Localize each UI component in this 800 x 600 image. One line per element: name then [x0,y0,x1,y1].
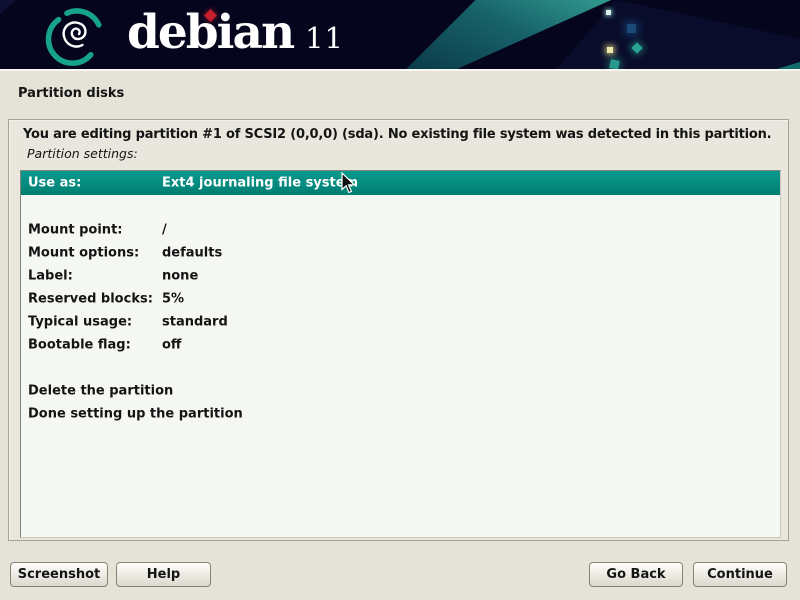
mouse-cursor-icon [341,172,356,194]
list-item-label: Bootable flag: [28,337,131,352]
banner-spark-teal-square [609,59,620,70]
partition-settings-caption: Partition settings: [27,146,138,161]
content-frame: You are editing partition #1 of SCSI2 (0… [8,119,789,541]
list-item [21,195,780,218]
help-button[interactable]: Help [116,562,211,587]
list-item-value: none [162,268,198,283]
list-item[interactable]: Done setting up the partition [21,402,780,425]
brand-version: 11 [305,7,344,69]
list-item-label: Done setting up the partition [28,406,243,421]
list-item-value: Ext4 journaling file system [162,176,358,191]
list-item-value: defaults [162,245,222,260]
brand-wordmark: debian 11 [127,2,344,66]
list-item-value: 5% [162,291,184,306]
screenshot-button[interactable]: Screenshot [10,562,108,587]
list-item-label: Mount point: [28,222,122,237]
list-item-label: Mount options: [28,245,139,260]
list-item[interactable]: Bootable flag: off [21,333,780,356]
list-item-value: / [162,222,167,237]
banner-spark-cyan [606,10,611,15]
banner-spark-blue [627,24,636,33]
partition-settings-list: Use as: Ext4 journaling file system Moun… [20,170,781,538]
list-item[interactable]: Reserved blocks: 5% [21,287,780,310]
banner-corner-triangle [0,0,16,14]
list-item-value: standard [162,314,228,329]
page-title: Partition disks [18,86,124,101]
banner-navy-wedge [555,0,800,71]
edit-partition-message: You are editing partition #1 of SCSI2 (0… [23,127,778,142]
list-item[interactable]: Mount point: / [21,218,780,241]
list-item[interactable]: Typical usage: standard [21,310,780,333]
list-item-label: Delete the partition [28,383,173,398]
list-item[interactable]: Mount options: defaults [21,241,780,264]
debian-swirl-logo-icon [44,4,114,68]
installer-banner: debian 11 [0,0,800,71]
banner-spark-yellow [607,47,613,53]
list-item[interactable]: Use as: Ext4 journaling file system [21,171,780,195]
go-back-button[interactable]: Go Back [589,562,683,587]
list-item-label: Typical usage: [28,314,132,329]
list-item[interactable]: Label: none [21,264,780,287]
continue-button[interactable]: Continue [693,562,787,587]
list-item[interactable]: Delete the partition [21,379,780,402]
list-item-label: Label: [28,268,73,283]
list-item [21,356,780,379]
list-item-label: Use as: [28,176,81,191]
list-item-label: Reserved blocks: [28,291,153,306]
list-item-value: off [162,337,181,352]
